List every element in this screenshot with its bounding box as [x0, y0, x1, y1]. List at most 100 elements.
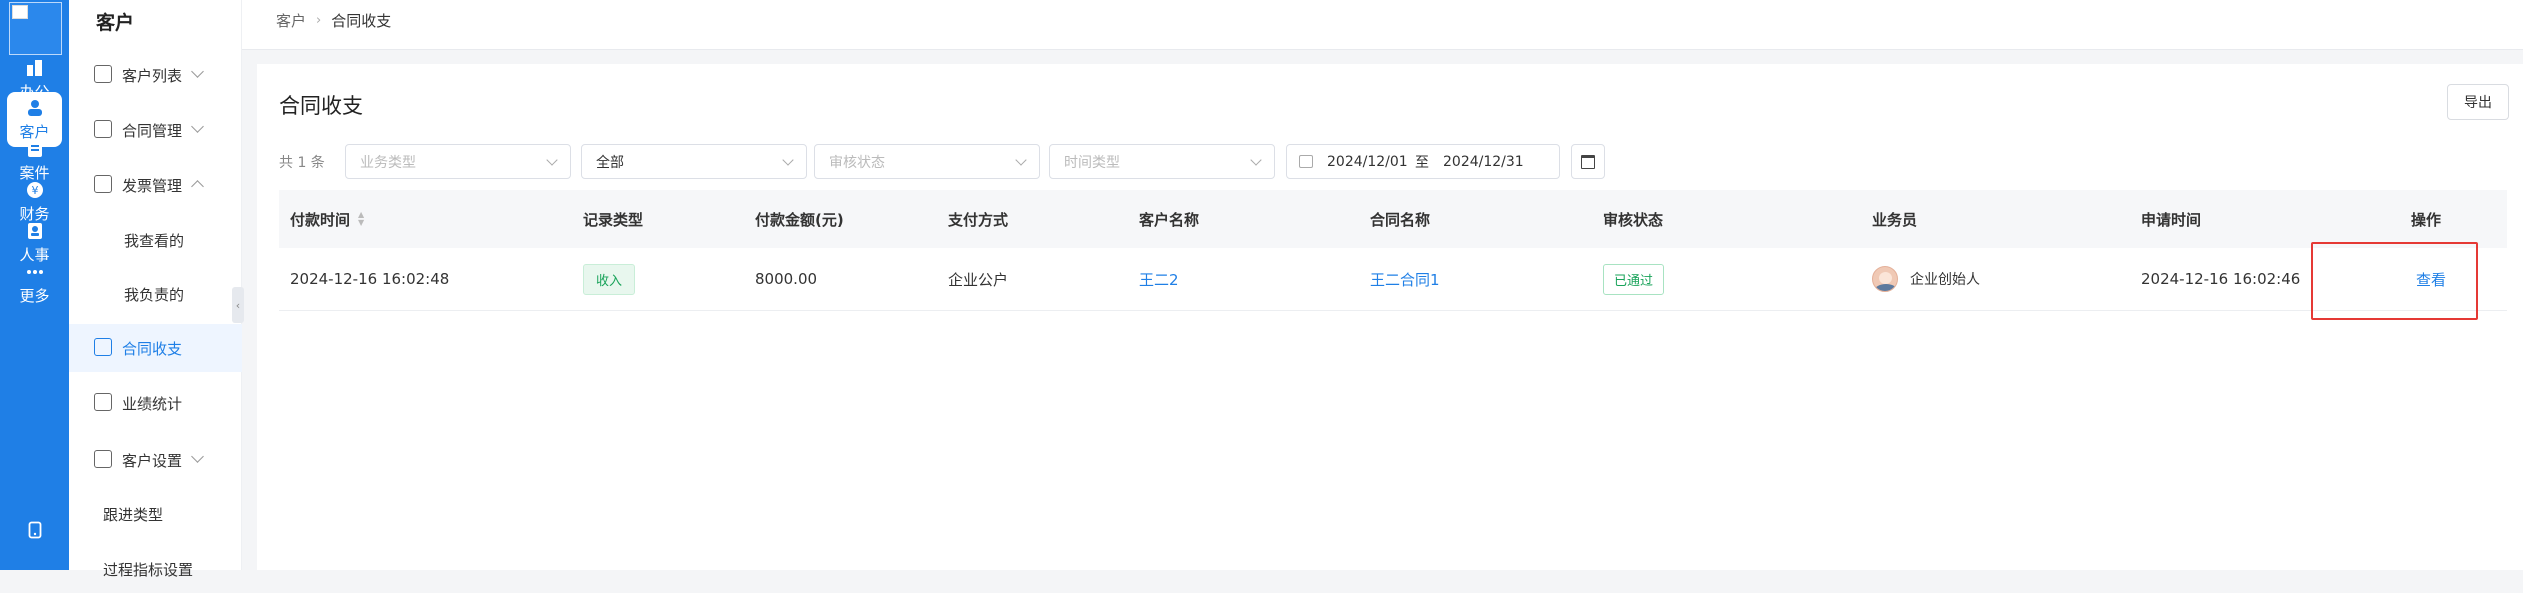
- sidebar-item-label: 跟进类型: [103, 505, 164, 524]
- sidebar-item-customer-settings[interactable]: 客户设置: [69, 436, 242, 484]
- record-count: 共 1 条: [279, 155, 325, 171]
- sidebar-item-label: 客户列表: [122, 66, 183, 85]
- breadcrumb: 客户 › 合同收支: [276, 10, 391, 31]
- cell-record-type: 收入: [583, 248, 636, 310]
- col-header-amount: 付款金额(元): [755, 210, 844, 229]
- office-icon: [25, 58, 45, 78]
- col-header-contract: 合同名称: [1370, 210, 1431, 229]
- audit-status-badge: 已通过: [1603, 263, 1665, 295]
- cell-apply-time: 2024-12-16 16:02:46: [2141, 270, 2301, 288]
- sidebar-item-label: 客户设置: [122, 451, 183, 470]
- time-type-select[interactable]: 时间类型: [1049, 144, 1275, 179]
- customer-link[interactable]: 王二2: [1139, 248, 1179, 310]
- chevron-down-icon: [1250, 154, 1262, 166]
- sidebar-collapse-toggle[interactable]: ‹: [232, 287, 244, 323]
- sidebar-item-process-metrics[interactable]: 过程指标设置: [69, 545, 242, 593]
- list-icon: [94, 65, 112, 83]
- sidebar-item-label: 合同管理: [122, 121, 183, 140]
- col-header-audit: 审核状态: [1603, 210, 1664, 229]
- salesman-name: 企业创始人: [1910, 272, 1980, 288]
- app-rail: 办公 客户 案件 ¥ 财务 人事 更多: [0, 0, 69, 570]
- cell-pay-time: 2024-12-16 16:02:48: [290, 270, 450, 288]
- sidebar-item-contract-payments[interactable]: 合同收支: [69, 324, 242, 372]
- sidebar-item-customer-list[interactable]: 客户列表: [69, 51, 242, 99]
- col-header-apply-time: 申请时间: [2141, 210, 2202, 229]
- date-end[interactable]: 2024/12/31: [1443, 154, 1524, 170]
- svg-text:¥: ¥: [31, 184, 38, 197]
- app-logo: [9, 2, 62, 55]
- record-type-badge: 收入: [583, 263, 636, 295]
- col-header-pay-time[interactable]: 付款时间 ▲ ▼: [290, 190, 364, 248]
- sidebar-item-contract-mgmt[interactable]: 合同管理: [69, 106, 242, 154]
- table-row: 2024-12-16 16:02:48 收入 8000.00 企业公户 王二2 …: [279, 248, 2507, 311]
- trash-icon: [1581, 154, 1595, 169]
- sidebar-item-label: 过程指标设置: [103, 560, 194, 579]
- chevron-down-icon: [191, 450, 204, 463]
- sidebar-item-performance[interactable]: 业绩统计: [69, 379, 242, 427]
- sidebar-item-label: 发票管理: [122, 176, 183, 195]
- export-button[interactable]: 导出: [2447, 84, 2509, 120]
- cell-pay-method: 企业公户: [948, 270, 1009, 289]
- col-header-customer: 客户名称: [1139, 210, 1200, 229]
- date-start[interactable]: 2024/12/01: [1327, 154, 1408, 170]
- breadcrumb-root[interactable]: 客户: [276, 10, 306, 31]
- sidebar-item-label: 我负责的: [124, 285, 185, 304]
- date-separator: 至: [1415, 154, 1429, 171]
- cell-amount: 8000.00: [755, 270, 818, 288]
- contract-icon: [94, 120, 112, 138]
- chevron-down-icon: [1015, 154, 1027, 166]
- sidebar-item-invoice-mgmt[interactable]: 发票管理: [69, 161, 242, 209]
- rail-label: 更多: [19, 286, 50, 305]
- select-placeholder: 审核状态: [829, 154, 885, 171]
- scope-select[interactable]: 全部: [581, 144, 807, 179]
- select-placeholder: 业务类型: [360, 154, 416, 171]
- business-type-select[interactable]: 业务类型: [345, 144, 571, 179]
- avatar: [1872, 266, 1898, 292]
- col-header-pay-method: 支付方式: [948, 210, 1009, 229]
- invoice-icon: [94, 175, 112, 193]
- chevron-down-icon: [191, 65, 204, 78]
- sidebar: 客户 客户列表 合同管理 发票管理 我查看的 我负责的 合同收支 业绩统计 客户…: [69, 0, 242, 579]
- col-header-record-type: 记录类型: [583, 210, 644, 229]
- customer-icon: [25, 98, 45, 118]
- more-icon: [25, 262, 45, 282]
- user-settings-icon: [94, 450, 112, 468]
- header-label: 付款时间: [290, 210, 351, 229]
- main-card: 合同收支 导出 共 1 条 业务类型 全部 审核状态 时间类型 2024/12/…: [257, 64, 2523, 570]
- rail-item-mobile[interactable]: [7, 505, 62, 557]
- contract-link[interactable]: 王二合同1: [1370, 248, 1440, 310]
- table-header: 付款时间 ▲ ▼ 记录类型 付款金额(元) 支付方式 客户名称 合同名称 审核状态…: [279, 190, 2507, 248]
- sort-icon[interactable]: ▲ ▼: [358, 211, 364, 227]
- col-header-salesman: 业务员: [1872, 210, 1918, 229]
- cell-audit: 已通过: [1603, 248, 1665, 310]
- breadcrumb-current: 合同收支: [331, 12, 392, 30]
- sidebar-item-viewed[interactable]: 我查看的: [69, 216, 242, 264]
- chevron-down-icon: [546, 154, 558, 166]
- chevron-down-icon: [782, 154, 794, 166]
- hr-icon: [25, 221, 45, 241]
- calendar-icon: [94, 393, 112, 411]
- sidebar-title: 客户: [96, 12, 135, 34]
- sidebar-item-label: 业绩统计: [122, 394, 183, 413]
- select-value: 全部: [596, 154, 624, 171]
- date-range-picker[interactable]: 2024/12/01 至 2024/12/31: [1286, 144, 1560, 179]
- top-bar: 客户 › 合同收支: [242, 0, 2523, 50]
- finance-icon: ¥: [25, 180, 45, 200]
- chevron-up-icon: [191, 180, 204, 193]
- audit-status-select[interactable]: 审核状态: [814, 144, 1040, 179]
- sidebar-item-responsible[interactable]: 我负责的: [69, 270, 242, 318]
- chevron-down-icon: [191, 120, 204, 133]
- rail-item-more[interactable]: 更多: [7, 256, 62, 311]
- annotation-highlight-box: [2311, 242, 2478, 320]
- broken-image-icon: [12, 5, 28, 19]
- chevron-right-icon: ›: [316, 13, 322, 28]
- select-placeholder: 时间类型: [1064, 154, 1120, 171]
- clear-filter-button[interactable]: [1571, 144, 1605, 179]
- sidebar-item-follow-type[interactable]: 跟进类型: [69, 490, 242, 538]
- page-title: 合同收支: [279, 94, 363, 118]
- mobile-icon: [25, 520, 45, 540]
- case-icon: [25, 139, 45, 159]
- calendar-icon: [1299, 155, 1313, 168]
- sidebar-item-label: 合同收支: [122, 339, 183, 358]
- cell-salesman: 企业创始人: [1872, 248, 1980, 310]
